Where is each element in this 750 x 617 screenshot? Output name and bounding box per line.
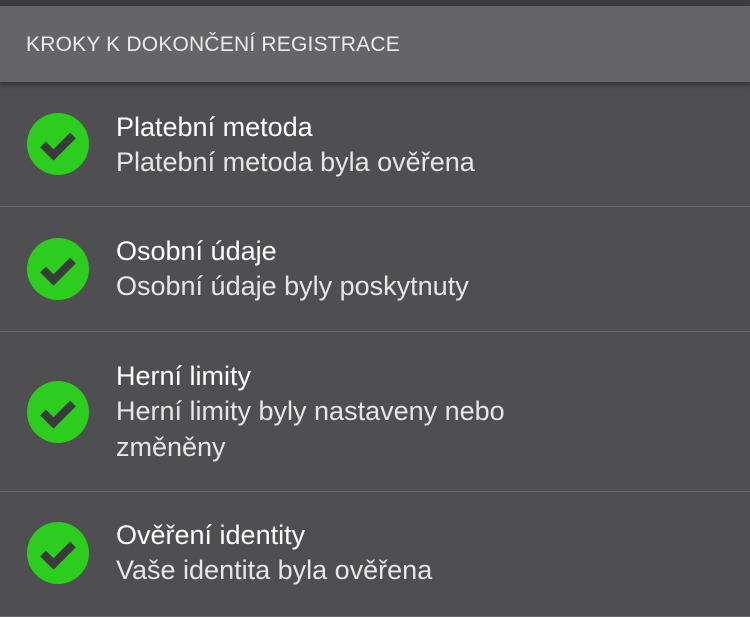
step-description: Osobní údaje byly poskytnuty: [116, 271, 469, 301]
check-circle-icon: [27, 238, 89, 300]
step-title: Herní limity: [116, 361, 252, 391]
step-description: Herní limity byly nastaveny nebo změněny: [116, 396, 505, 462]
step-game-limits: Herní limity Herní limity byly nastaveny…: [0, 332, 750, 492]
check-circle-icon: [27, 381, 89, 443]
step-payment-method: Platební metoda Platební metoda byla ově…: [0, 82, 750, 207]
step-description: Vaše identita byla ověřena: [116, 555, 433, 585]
step-title: Platební metoda: [116, 112, 313, 142]
section-header-title: KROKY K DOKONČENÍ REGISTRACE: [26, 33, 400, 56]
steps-list: Platební metoda Platební metoda byla ově…: [0, 82, 750, 617]
section-header: KROKY K DOKONČENÍ REGISTRACE: [0, 6, 750, 82]
step-title: Ověření identity: [116, 520, 306, 550]
check-circle-icon: [27, 113, 89, 175]
step-description: Platební metoda byla ověřena: [116, 147, 475, 177]
step-identity-verification: Ověření identity Vaše identita byla ověř…: [0, 492, 750, 617]
step-personal-data: Osobní údaje Osobní údaje byly poskytnut…: [0, 207, 750, 332]
check-circle-icon: [27, 522, 89, 584]
step-title: Osobní údaje: [116, 236, 277, 266]
